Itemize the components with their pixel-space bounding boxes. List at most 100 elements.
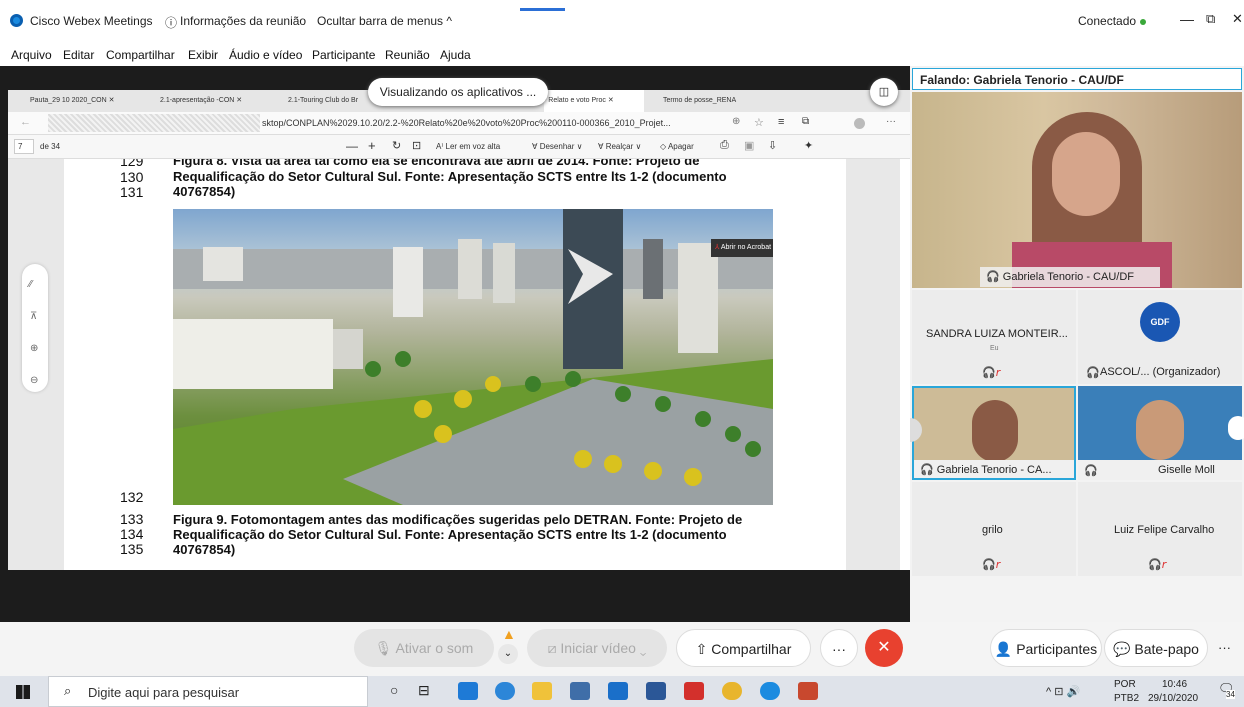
audio-icon[interactable]: 🎧 xyxy=(1084,464,1098,477)
collections-icon[interactable]: ⧉ xyxy=(802,116,809,127)
minimize-icon[interactable]: — xyxy=(1180,11,1194,27)
browser-more-icon[interactable]: ··· xyxy=(886,116,896,127)
viewing-apps-label[interactable]: Visualizando os aplicativos ... xyxy=(368,78,548,106)
favorites-icon[interactable]: ≡ xyxy=(778,116,784,128)
pin-icon[interactable]: ✦ xyxy=(804,139,813,152)
start-video-button[interactable]: ⧄ Iniciar vídeo ⌄ xyxy=(527,629,667,667)
participant-tile-giselle[interactable]: 🎧 Giselle Moll xyxy=(1078,386,1244,480)
save-icon[interactable]: ▣ xyxy=(744,139,754,152)
taskbar-search-placeholder[interactable]: Digite aqui para pesquisar xyxy=(88,685,239,700)
clock-date[interactable]: 29/10/2020 xyxy=(1148,693,1198,704)
word-icon[interactable] xyxy=(646,682,666,700)
participant-tile-luiz[interactable]: Luiz Felipe Carvalho 🎧𝘳 xyxy=(1078,482,1242,576)
print-icon[interactable]: ⎙ xyxy=(720,139,729,152)
read-aloud-button[interactable]: A⁾ Ler em voz alta xyxy=(436,142,500,151)
zoom-out-side-icon[interactable]: ⊖ xyxy=(30,375,38,386)
fit-page-icon[interactable]: ⊡ xyxy=(412,139,421,152)
profile-avatar[interactable] xyxy=(854,118,865,129)
more-options-button[interactable]: ··· xyxy=(820,629,858,667)
file-explorer-icon[interactable] xyxy=(532,682,552,700)
paint-icon[interactable] xyxy=(798,682,818,700)
chrome-icon[interactable] xyxy=(722,682,742,700)
menu-item-participante[interactable]: Participante xyxy=(312,48,375,62)
windows-taskbar: ⌕ Digite aqui para pesquisar ○ ⊟ ^ ⊡ 🔊 P… xyxy=(0,676,1244,707)
participant-name: 🎧 Gabriela Tenorio - CA... xyxy=(920,464,1052,476)
audio-icon[interactable]: 🎧 xyxy=(1086,366,1100,379)
zoom-in-icon[interactable]: + xyxy=(368,138,376,153)
open-in-acrobat-button[interactable]: ⅄ Abrir no Acrobat xyxy=(711,239,773,257)
clock-time[interactable]: 10:46 xyxy=(1162,679,1187,690)
zoom-icon[interactable]: ⊕ xyxy=(732,116,740,127)
audio-muted-icon[interactable]: 🎧𝘳 xyxy=(1148,558,1166,571)
outlook-icon[interactable] xyxy=(608,682,628,700)
gabriela-thumb-figure xyxy=(972,400,1018,462)
annotate-icon[interactable]: ⁄⁄ xyxy=(29,279,32,290)
participant-tile-grilo[interactable]: grilo 🎧𝘳 xyxy=(912,482,1076,576)
audio-muted-icon[interactable]: 🎧𝘳 xyxy=(982,366,1000,379)
erase-button[interactable]: ◇ Apagar xyxy=(660,142,694,151)
giselle-thumb-figure xyxy=(1136,400,1184,460)
share-button[interactable]: ⇧ Compartilhar xyxy=(676,629,811,667)
mute-options-chevron-icon[interactable]: ⌄ xyxy=(498,644,518,664)
webex-taskbar-icon[interactable] xyxy=(760,682,780,700)
pdf-toolbar: 7 de 34 — + ↻ ⊡ A⁾ Ler em voz alta ∀ Des… xyxy=(8,135,910,159)
tab-relato-voto[interactable]: - Relato e voto Proc ✕ xyxy=(544,90,644,112)
windows-start-icon[interactable] xyxy=(16,685,30,699)
back-icon[interactable]: ← xyxy=(20,116,31,128)
participant-tile-ascol[interactable]: GDF ASCOL/... (Organizador) 🎧 xyxy=(1078,290,1242,384)
mute-button[interactable]: 🎙 Ativar o som xyxy=(354,629,494,667)
menu-item-ajuda[interactable]: Ajuda xyxy=(440,48,471,62)
language-indicator-1[interactable]: POR xyxy=(1114,679,1136,690)
tab-apresentacao[interactable]: 2.1-apresentação -CON ✕ xyxy=(160,90,270,112)
menu-item-reuniao[interactable]: Reunião xyxy=(385,48,430,62)
meeting-info-link[interactable]: Informações da reunião xyxy=(180,14,306,28)
save-as-icon[interactable]: ⇩ xyxy=(768,139,777,152)
participants-button[interactable]: 👤 Participantes xyxy=(990,629,1102,667)
end-meeting-button[interactable]: ✕ xyxy=(865,629,903,667)
language-indicator-2[interactable]: PTB2 xyxy=(1114,693,1139,704)
participant-name: Luiz Felipe Carvalho xyxy=(1114,524,1215,536)
scroll-right-icon[interactable] xyxy=(1228,416,1244,440)
zoom-in-side-icon[interactable]: ⊕ xyxy=(30,343,38,354)
city-scene-graphic xyxy=(173,209,773,505)
panel-more-icon[interactable]: ··· xyxy=(1218,640,1231,655)
address-url[interactable]: sktop/CONPLAN%2029.10.20/2.2-%20Relato%2… xyxy=(262,118,671,128)
tab-touring[interactable]: 2.1-Touring Club do Br xyxy=(288,90,378,112)
menu-item-editar[interactable]: Editar xyxy=(63,48,94,62)
tab-pauta[interactable]: Pauta_29 10 2020_CON ✕ xyxy=(30,90,140,112)
participant-tile-gabriela[interactable]: 🎧 Gabriela Tenorio - CA... xyxy=(912,386,1076,480)
store-icon[interactable] xyxy=(570,682,590,700)
restore-icon[interactable]: ⧉ xyxy=(1206,11,1215,27)
eraser-side-icon[interactable]: ⊼ xyxy=(30,311,37,322)
title-bar: Cisco Webex Meetings ⓘ Informações da re… xyxy=(0,0,1244,44)
favorite-star-icon[interactable]: ☆ xyxy=(754,116,764,129)
line-number: 130 xyxy=(120,169,144,185)
menu-item-arquivo[interactable]: Arquivo xyxy=(11,48,52,62)
rotate-icon[interactable]: ↻ xyxy=(392,139,401,152)
system-tray-icons[interactable]: ^ ⊡ 🔊 xyxy=(1046,685,1080,698)
page-number-input[interactable]: 7 xyxy=(14,139,34,154)
chat-button[interactable]: 💬 Bate-papo xyxy=(1104,629,1208,667)
blurred-address-segment xyxy=(48,114,260,132)
mail-icon[interactable] xyxy=(458,682,478,700)
layout-toggle-icon[interactable]: ◫ xyxy=(870,78,898,106)
draw-button[interactable]: ∀ Desenhar ∨ xyxy=(532,142,582,151)
cortana-icon[interactable]: ○ xyxy=(390,682,398,698)
menu-item-audio-video[interactable]: Áudio e vídeo xyxy=(229,48,302,62)
figure8-caption-line3: 40767854) xyxy=(173,184,236,199)
menu-item-exibir[interactable]: Exibir xyxy=(188,48,218,62)
tab-termo-posse[interactable]: Termo de posse_RENA xyxy=(663,90,763,112)
participant-tile-sandra[interactable]: SANDRA LUIZA MONTEIR... Eu 🎧𝘳 xyxy=(912,290,1076,384)
audio-muted-icon[interactable]: 🎧𝘳 xyxy=(982,558,1000,571)
edge-icon[interactable] xyxy=(495,682,515,700)
pdf-document-viewport: ⁄⁄ ⊼ ⊕ ⊖ 129 Figura 8. Vista da área tal… xyxy=(8,159,900,570)
info-icon[interactable]: ⓘ xyxy=(165,14,177,31)
acrobat-icon[interactable] xyxy=(684,682,704,700)
close-icon[interactable]: ✕ xyxy=(1232,11,1243,27)
task-view-icon[interactable]: ⊟ xyxy=(418,682,430,699)
menu-item-compartilhar[interactable]: Compartilhar xyxy=(106,48,175,62)
zoom-out-icon[interactable]: — xyxy=(346,139,358,153)
figure9-caption-line1: Figura 9. Fotomontagem antes das modific… xyxy=(173,512,743,527)
hide-menu-button[interactable]: Ocultar barra de menus ^ xyxy=(317,14,452,28)
highlight-button[interactable]: ∀ Realçar ∨ xyxy=(598,142,641,151)
